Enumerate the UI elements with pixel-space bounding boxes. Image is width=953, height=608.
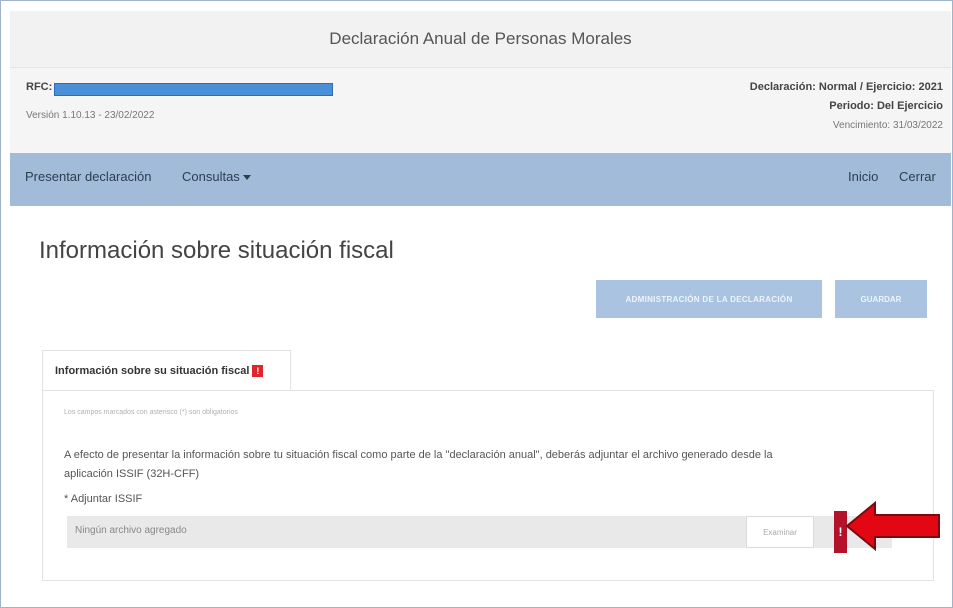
taxpayer-info-bar: RFC: Versión 1.10.13 - 23/02/2022 Declar… <box>10 68 951 153</box>
red-arrow-icon <box>845 501 940 551</box>
nav-consultas-dropdown[interactable]: Consultas <box>182 153 251 201</box>
nav-inicio[interactable]: Inicio <box>848 153 878 201</box>
caret-down-icon <box>242 175 251 181</box>
version-text: Versión 1.10.13 - 23/02/2022 <box>26 110 155 121</box>
page-title: Información sobre situación fiscal <box>39 237 394 264</box>
declaration-due-date: Vencimiento: 31/03/2022 <box>832 120 943 131</box>
nav-consultas-label: Consultas <box>182 169 240 184</box>
administracion-declaracion-button[interactable]: ADMINISTRACIÓN DE LA DECLARACIÓN <box>596 280 822 318</box>
examinar-button[interactable]: Examinar <box>746 516 814 548</box>
window-frame: Declaración Anual de Personas Morales RF… <box>0 0 953 608</box>
issif-file-input[interactable]: Ningún archivo agregado Examinar ! <box>67 511 892 553</box>
required-badge-icon: ! <box>252 365 264 378</box>
tab-label-text: Información sobre su situación fiscal <box>55 365 250 377</box>
rfc-redaction <box>54 83 333 96</box>
required-fields-note: Los campos marcados con asterisco (*) so… <box>64 409 238 416</box>
nav-presentar-declaracion[interactable]: Presentar declaración <box>25 153 151 201</box>
tab-situacion-fiscal[interactable]: Información sobre su situación fiscal! <box>42 350 291 392</box>
declaration-summary: Declaración: Normal / Ejercicio: 2021 Pe… <box>750 78 943 135</box>
rfc-label: RFC: <box>26 81 53 93</box>
issif-description: A efecto de presentar la información sob… <box>64 449 773 480</box>
declaration-period: Periodo: Del Ejercicio <box>829 100 943 112</box>
adjuntar-issif-label: * Adjuntar ISSIF <box>64 493 143 505</box>
file-placeholder: Ningún archivo agregado <box>75 525 187 536</box>
nav-cerrar[interactable]: Cerrar <box>899 153 936 201</box>
main-navbar: Presentar declaración Consultas Inicio C… <box>10 153 951 206</box>
declaration-type: Declaración: Normal / Ejercicio: 2021 <box>749 81 943 93</box>
tab-label: Información sobre su situación fiscal! <box>55 365 264 378</box>
guardar-button[interactable]: GUARDAR <box>835 280 927 318</box>
situacion-fiscal-panel: Los campos marcados con asterisco (*) so… <box>42 390 934 581</box>
app-title: Declaración Anual de Personas Morales <box>10 11 951 68</box>
